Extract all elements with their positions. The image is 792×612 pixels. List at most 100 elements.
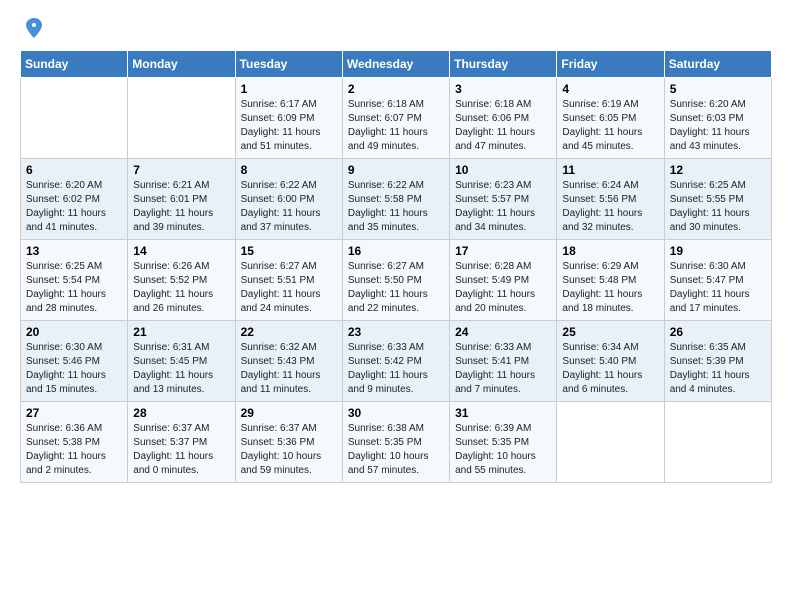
day-number: 8 [241,163,337,177]
sunset: Sunset: 5:56 PM [562,194,636,205]
sunrise: Sunrise: 6:23 AM [455,180,531,191]
daylight: Daylight: 11 hours and 35 minutes. [348,208,428,233]
sunset: Sunset: 5:35 PM [348,437,422,448]
daylight: Daylight: 11 hours and 26 minutes. [133,289,213,314]
day-info: Sunrise: 6:18 AM Sunset: 6:07 PM Dayligh… [348,98,444,154]
calendar-cell: 4 Sunrise: 6:19 AM Sunset: 6:05 PM Dayli… [557,78,664,159]
day-info: Sunrise: 6:37 AM Sunset: 5:37 PM Dayligh… [133,422,229,478]
sunrise: Sunrise: 6:25 AM [670,180,746,191]
logo [20,16,46,40]
day-of-week-header: Thursday [450,51,557,78]
calendar-cell: 29 Sunrise: 6:37 AM Sunset: 5:36 PM Dayl… [235,402,342,483]
sunset: Sunset: 5:55 PM [670,194,744,205]
day-number: 5 [670,82,766,96]
daylight: Daylight: 11 hours and 47 minutes. [455,127,535,152]
day-info: Sunrise: 6:33 AM Sunset: 5:42 PM Dayligh… [348,341,444,397]
sunrise: Sunrise: 6:22 AM [348,180,424,191]
day-info: Sunrise: 6:29 AM Sunset: 5:48 PM Dayligh… [562,260,658,316]
daylight: Daylight: 11 hours and 51 minutes. [241,127,321,152]
day-number: 23 [348,325,444,339]
sunrise: Sunrise: 6:26 AM [133,261,209,272]
daylight: Daylight: 11 hours and 11 minutes. [241,370,321,395]
day-info: Sunrise: 6:28 AM Sunset: 5:49 PM Dayligh… [455,260,551,316]
calendar-week-row: 1 Sunrise: 6:17 AM Sunset: 6:09 PM Dayli… [21,78,772,159]
sunrise: Sunrise: 6:27 AM [241,261,317,272]
day-number: 20 [26,325,122,339]
calendar-cell: 18 Sunrise: 6:29 AM Sunset: 5:48 PM Dayl… [557,240,664,321]
calendar-cell: 5 Sunrise: 6:20 AM Sunset: 6:03 PM Dayli… [664,78,771,159]
sunset: Sunset: 6:07 PM [348,113,422,124]
day-number: 9 [348,163,444,177]
logo-icon [22,16,46,40]
daylight: Daylight: 11 hours and 28 minutes. [26,289,106,314]
sunrise: Sunrise: 6:30 AM [26,342,102,353]
day-number: 28 [133,406,229,420]
day-number: 14 [133,244,229,258]
calendar-cell: 26 Sunrise: 6:35 AM Sunset: 5:39 PM Dayl… [664,321,771,402]
day-number: 11 [562,163,658,177]
sunrise: Sunrise: 6:37 AM [133,423,209,434]
day-info: Sunrise: 6:37 AM Sunset: 5:36 PM Dayligh… [241,422,337,478]
sunset: Sunset: 6:09 PM [241,113,315,124]
sunrise: Sunrise: 6:37 AM [241,423,317,434]
day-number: 21 [133,325,229,339]
calendar-cell: 27 Sunrise: 6:36 AM Sunset: 5:38 PM Dayl… [21,402,128,483]
day-info: Sunrise: 6:30 AM Sunset: 5:47 PM Dayligh… [670,260,766,316]
calendar-cell: 24 Sunrise: 6:33 AM Sunset: 5:41 PM Dayl… [450,321,557,402]
daylight: Daylight: 11 hours and 39 minutes. [133,208,213,233]
daylight: Daylight: 10 hours and 59 minutes. [241,451,322,476]
sunrise: Sunrise: 6:30 AM [670,261,746,272]
day-info: Sunrise: 6:33 AM Sunset: 5:41 PM Dayligh… [455,341,551,397]
daylight: Daylight: 11 hours and 45 minutes. [562,127,642,152]
day-number: 31 [455,406,551,420]
daylight: Daylight: 11 hours and 2 minutes. [26,451,106,476]
day-number: 2 [348,82,444,96]
calendar-cell: 31 Sunrise: 6:39 AM Sunset: 5:35 PM Dayl… [450,402,557,483]
day-info: Sunrise: 6:30 AM Sunset: 5:46 PM Dayligh… [26,341,122,397]
sunset: Sunset: 5:39 PM [670,356,744,367]
daylight: Daylight: 11 hours and 0 minutes. [133,451,213,476]
calendar-cell: 9 Sunrise: 6:22 AM Sunset: 5:58 PM Dayli… [342,159,449,240]
sunrise: Sunrise: 6:34 AM [562,342,638,353]
day-number: 29 [241,406,337,420]
daylight: Daylight: 11 hours and 43 minutes. [670,127,750,152]
sunset: Sunset: 5:42 PM [348,356,422,367]
calendar-cell [128,78,235,159]
sunset: Sunset: 5:40 PM [562,356,636,367]
calendar-cell: 12 Sunrise: 6:25 AM Sunset: 5:55 PM Dayl… [664,159,771,240]
sunrise: Sunrise: 6:24 AM [562,180,638,191]
day-number: 6 [26,163,122,177]
calendar-cell: 8 Sunrise: 6:22 AM Sunset: 6:00 PM Dayli… [235,159,342,240]
day-number: 16 [348,244,444,258]
sunset: Sunset: 5:51 PM [241,275,315,286]
sunrise: Sunrise: 6:33 AM [455,342,531,353]
sunset: Sunset: 5:45 PM [133,356,207,367]
daylight: Daylight: 11 hours and 30 minutes. [670,208,750,233]
sunrise: Sunrise: 6:33 AM [348,342,424,353]
sunset: Sunset: 5:50 PM [348,275,422,286]
sunset: Sunset: 5:54 PM [26,275,100,286]
day-info: Sunrise: 6:20 AM Sunset: 6:03 PM Dayligh… [670,98,766,154]
daylight: Daylight: 11 hours and 34 minutes. [455,208,535,233]
day-info: Sunrise: 6:35 AM Sunset: 5:39 PM Dayligh… [670,341,766,397]
day-number: 22 [241,325,337,339]
day-number: 30 [348,406,444,420]
sunrise: Sunrise: 6:39 AM [455,423,531,434]
calendar-cell: 23 Sunrise: 6:33 AM Sunset: 5:42 PM Dayl… [342,321,449,402]
daylight: Daylight: 11 hours and 20 minutes. [455,289,535,314]
calendar-cell: 3 Sunrise: 6:18 AM Sunset: 6:06 PM Dayli… [450,78,557,159]
day-of-week-header: Saturday [664,51,771,78]
day-of-week-header: Friday [557,51,664,78]
daylight: Daylight: 10 hours and 57 minutes. [348,451,429,476]
calendar-cell: 17 Sunrise: 6:28 AM Sunset: 5:49 PM Dayl… [450,240,557,321]
day-info: Sunrise: 6:38 AM Sunset: 5:35 PM Dayligh… [348,422,444,478]
day-number: 4 [562,82,658,96]
day-number: 18 [562,244,658,258]
sunset: Sunset: 5:57 PM [455,194,529,205]
day-info: Sunrise: 6:22 AM Sunset: 6:00 PM Dayligh… [241,179,337,235]
sunset: Sunset: 5:49 PM [455,275,529,286]
daylight: Daylight: 11 hours and 22 minutes. [348,289,428,314]
day-info: Sunrise: 6:34 AM Sunset: 5:40 PM Dayligh… [562,341,658,397]
day-number: 24 [455,325,551,339]
daylight: Daylight: 11 hours and 17 minutes. [670,289,750,314]
